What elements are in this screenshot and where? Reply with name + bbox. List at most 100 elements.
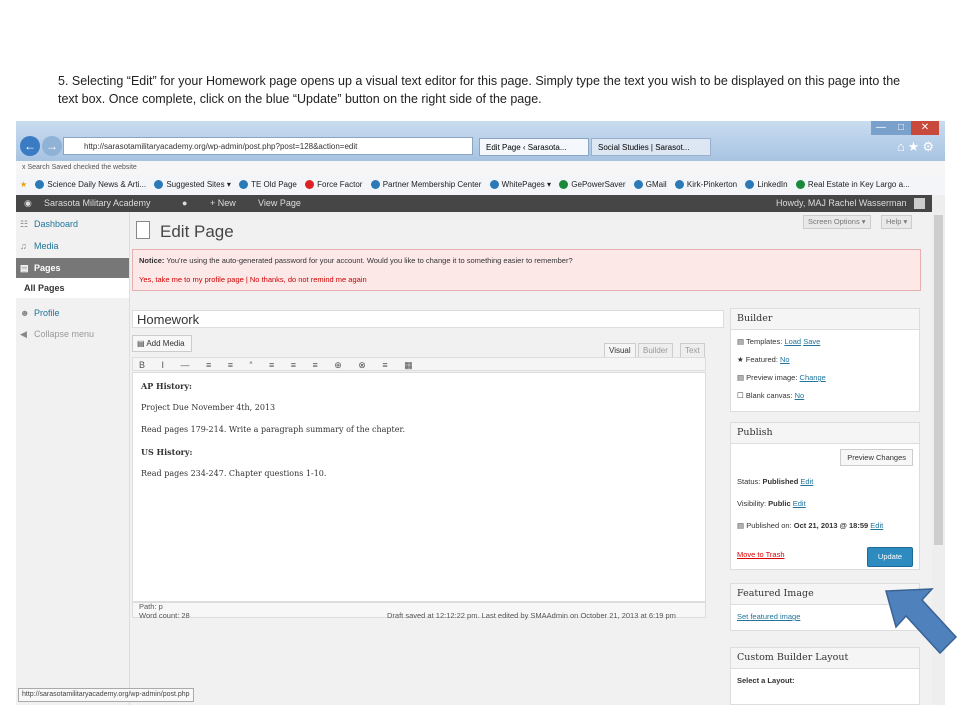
profile-icon: ☻: [20, 308, 30, 318]
site-icon: [674, 180, 684, 190]
sidebar-item-pages[interactable]: ▤ Pages: [16, 258, 129, 278]
tab-social-studies[interactable]: Social Studies | Sarasot...: [591, 138, 711, 156]
builder-box-title: Builder: [731, 309, 919, 330]
back-icon[interactable]: ←: [20, 136, 40, 156]
move-trash-row: Move to Trash: [737, 550, 785, 559]
wordpress-logo-icon[interactable]: ◉: [24, 195, 32, 212]
site-icon: [559, 180, 569, 190]
editor-line: US History:: [141, 447, 193, 457]
sidebar-item-profile[interactable]: ☻ Profile: [16, 303, 129, 323]
sidebar-collapse-menu[interactable]: ◀ Collapse menu: [16, 324, 129, 344]
featured-toggle[interactable]: No: [780, 355, 790, 364]
fav-suggested-sites[interactable]: Suggested Sites ▾: [154, 175, 231, 195]
notice-text: You're using the auto-generated password…: [164, 256, 573, 265]
preview-changes-button[interactable]: Preview Changes: [840, 449, 913, 466]
address-bar[interactable]: http://sarasotamilitaryacademy.org/wp-ad…: [63, 137, 473, 155]
comments-icon[interactable]: ●: [182, 195, 187, 212]
site-icon: [370, 180, 380, 190]
forward-icon[interactable]: →: [42, 136, 62, 156]
select-layout-row: Select a Layout:: [737, 676, 795, 685]
editor-line: Project Due November 4th, 2013: [141, 403, 276, 412]
screen-options-button[interactable]: Screen Options ▾: [803, 215, 871, 229]
fav-whitepages[interactable]: WhitePages ▾: [489, 175, 551, 195]
fav-gmail[interactable]: GMail: [633, 175, 667, 195]
admin-new[interactable]: + New: [210, 195, 236, 212]
page-icon: [136, 221, 150, 239]
editor-statusbar: Path: p Word count: 28 Draft saved at 12…: [132, 602, 706, 620]
media-icon: ♫: [20, 241, 27, 251]
wp-sidebar: ☷ Dashboard ♫ Media ▤ Pages All Pages ☻ Prof…: [16, 212, 130, 705]
fav-partner-membership[interactable]: Partner Membership Center: [370, 175, 481, 195]
builder-preview-row: ▤ Preview image: Change: [737, 373, 826, 382]
fav-kirk-pinkerton[interactable]: Kirk-Pinkerton: [674, 175, 737, 195]
favorites-bar: ★ Science Daily News & Arti... Suggested…: [16, 175, 945, 196]
site-icon: [795, 180, 805, 190]
fav-real-estate[interactable]: Real Estate in Key Largo a...: [795, 175, 910, 195]
builder-blank-row: ☐ Blank canvas: No: [737, 391, 805, 400]
minimize-button[interactable]: —: [871, 121, 891, 135]
post-title-input[interactable]: Homework: [132, 310, 724, 328]
featured-image-row: Set featured image: [737, 612, 800, 621]
publish-box-title: Publish: [731, 423, 919, 444]
move-to-trash-link[interactable]: Move to Trash: [737, 550, 785, 559]
update-button[interactable]: Update: [867, 547, 913, 567]
avatar[interactable]: [914, 198, 925, 209]
admin-howdy[interactable]: Howdy, MAJ Rachel Wasserman: [776, 195, 907, 212]
tab-visual[interactable]: Visual: [604, 343, 636, 358]
help-button[interactable]: Help ▾: [881, 215, 913, 229]
blank-canvas-toggle[interactable]: No: [795, 391, 805, 400]
save-link[interactable]: Save: [803, 337, 820, 346]
fav-science-daily[interactable]: Science Daily News & Arti...: [35, 175, 146, 195]
change-preview-link[interactable]: Change: [800, 373, 826, 382]
site-icon: [239, 180, 249, 190]
editor-line: Read pages 234-247. Chapter questions 1-…: [141, 469, 327, 478]
calendar-icon: ▤: [737, 521, 745, 530]
maximize-button[interactable]: □: [891, 121, 911, 135]
edit-status-link[interactable]: Edit: [800, 477, 813, 486]
load-link[interactable]: Load: [784, 337, 801, 346]
published-row: ▤ Published on: Oct 21, 2013 @ 18:59 Edi…: [737, 521, 884, 530]
fav-force-factor[interactable]: Force Factor: [305, 175, 362, 195]
screenshot: — □ ✕ ← → http://sarasotamilitaryacademy…: [16, 121, 945, 705]
fav-te-old-page[interactable]: TE Old Page: [239, 175, 297, 195]
add-media-button[interactable]: ▤ Add Media: [132, 335, 192, 352]
editor-toolbar[interactable]: B I — ≡ ≡ “ ≡ ≡ ≡ ⊕ ⊗ ≡ ▦: [132, 357, 706, 371]
scrollbar-thumb[interactable]: [934, 215, 943, 545]
site-icon: [633, 180, 643, 190]
fav-linkedin[interactable]: LinkedIn: [745, 175, 788, 195]
builder-box: Builder ▤ Templates: Load Save ★ Feature…: [730, 308, 920, 412]
favorites-star-icon[interactable]: ★: [20, 175, 27, 195]
sidebar-item-media[interactable]: ♫ Media: [16, 236, 129, 256]
admin-site-name[interactable]: Sarasota Military Academy: [44, 195, 151, 212]
admin-view-page[interactable]: View Page: [258, 195, 301, 212]
visual-editor[interactable]: AP History: Project Due November 4th, 20…: [132, 372, 706, 602]
editor-line: AP History:: [141, 381, 192, 391]
tab-edit-page[interactable]: Edit Page ‹ Sarasota...: [479, 138, 589, 156]
site-icon: [489, 180, 499, 190]
tab-builder[interactable]: Builder: [638, 343, 673, 358]
password-notice: Notice: You're using the auto-generated …: [132, 249, 921, 291]
wp-admin-bar: ◉ Sarasota Military Academy ● + New View…: [16, 195, 932, 212]
close-window-button[interactable]: ✕: [911, 121, 939, 135]
edit-date-link[interactable]: Edit: [870, 521, 883, 530]
visibility-row: Visibility: Public Edit: [737, 499, 806, 508]
builder-featured-row: ★ Featured: No: [737, 355, 790, 364]
fav-gepowersaver[interactable]: GePowerSaver: [559, 175, 626, 195]
set-featured-image-link[interactable]: Set featured image: [737, 612, 800, 621]
site-icon: [305, 180, 315, 190]
notice-links[interactable]: Yes, take me to my profile page | No tha…: [139, 275, 367, 284]
sidebar-item-dashboard[interactable]: ☷ Dashboard: [16, 214, 129, 234]
tab-text[interactable]: Text: [680, 343, 705, 358]
notice-label: Notice:: [139, 256, 165, 265]
instruction-text: 5. Selecting “Edit” for your Homework pa…: [58, 74, 901, 106]
site-icon: [35, 180, 45, 190]
main-content: Edit Page Screen Options ▾ Help ▾ Notice…: [130, 212, 932, 705]
home-star-gear-icons[interactable]: ⌂★⚙: [897, 139, 937, 155]
draft-saved: Draft saved at 12:12:22 pm. Last edited …: [387, 611, 676, 620]
page-title: Edit Page: [160, 222, 234, 241]
edit-visibility-link[interactable]: Edit: [793, 499, 806, 508]
sidebar-item-all-pages[interactable]: All Pages: [16, 278, 129, 298]
builder-templates-row: ▤ Templates: Load Save: [737, 337, 821, 346]
editor-line: Read pages 179-214. Write a paragraph su…: [141, 425, 405, 434]
dashboard-icon: ☷: [20, 219, 29, 229]
